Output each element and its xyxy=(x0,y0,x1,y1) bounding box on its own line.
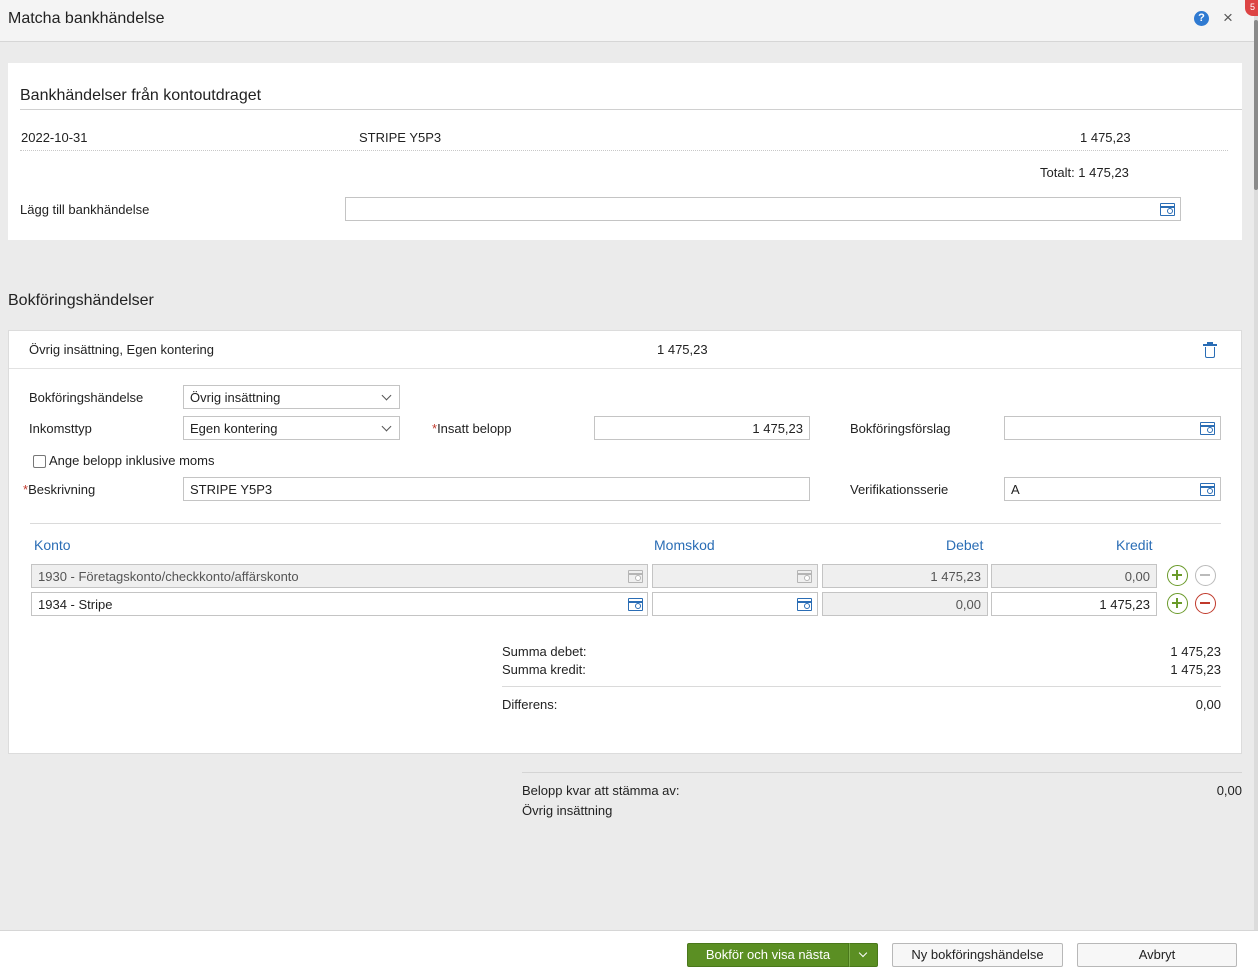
cancel-button[interactable]: Avbryt xyxy=(1077,943,1237,967)
booking-event-amount: 1 475,23 xyxy=(657,342,708,357)
notification-badge: 5 xyxy=(1245,0,1258,16)
konto-input[interactable]: 1934 - Stripe xyxy=(31,592,648,616)
remaining-value: 0,00 xyxy=(1216,783,1242,798)
form-divider xyxy=(30,523,1221,524)
insatt-belopp-label: *Insatt belopp xyxy=(432,421,512,436)
section-title: Bokföringshändelser xyxy=(8,292,154,309)
debet-input: 0,00 xyxy=(822,592,988,616)
plus-circle-icon[interactable] xyxy=(1167,565,1188,586)
chevron-down-icon xyxy=(381,390,392,401)
kredit-input[interactable]: 1 475,23 xyxy=(991,592,1157,616)
booking-event-name: Övrig insättning, Egen kontering xyxy=(29,342,214,357)
bokforingshandelse-select[interactable]: Övrig insättning xyxy=(183,385,400,409)
bank-event-row: 2022-10-31 STRIPE Y5P3 1 475,23 xyxy=(20,123,1228,151)
konto-value: 1930 - Företagskonto/checkkonto/affärsko… xyxy=(38,569,299,584)
lookup-icon[interactable] xyxy=(1160,202,1177,217)
column-header-kredit: Kredit xyxy=(1116,537,1153,553)
verifikationsserie-input[interactable]: A xyxy=(1004,477,1221,501)
booking-event-panel: Övrig insättning, Egen kontering 1 475,2… xyxy=(8,330,1242,754)
differens-value: 0,00 xyxy=(1195,697,1221,712)
inkomsttyp-value: Egen kontering xyxy=(190,421,278,436)
scrollbar-thumb[interactable] xyxy=(1254,20,1258,190)
book-and-show-next-button[interactable]: Bokför och visa nästa xyxy=(687,943,849,967)
lookup-icon[interactable] xyxy=(797,597,814,612)
bank-event-date: 2022-10-31 xyxy=(21,130,88,145)
bank-events-panel: Bankhändelser från kontoutdraget 2022-10… xyxy=(8,63,1242,240)
insatt-belopp-text: Insatt belopp xyxy=(437,421,512,436)
plus-circle-icon[interactable] xyxy=(1167,593,1188,614)
verifikationsserie-label: Verifikationsserie xyxy=(850,482,949,497)
lookup-icon[interactable] xyxy=(1200,482,1217,497)
column-header-momskod: Momskod xyxy=(654,537,715,553)
chevron-down-icon xyxy=(858,948,868,958)
minus-circle-icon[interactable] xyxy=(1195,593,1216,614)
moms-checkbox-label[interactable]: Ange belopp inklusive moms xyxy=(49,453,214,468)
dialog-title: Matcha bankhändelse xyxy=(8,10,165,27)
booking-event-header[interactable]: Övrig insättning, Egen kontering 1 475,2… xyxy=(9,331,1241,369)
verifikationsserie-value: A xyxy=(1011,482,1020,497)
dialog-titlebar: Matcha bankhändelse ? × xyxy=(0,0,1258,42)
chevron-down-icon xyxy=(381,421,392,432)
beskrivning-label: *Beskrivning xyxy=(23,482,95,497)
sums-divider xyxy=(502,686,1221,687)
bokforingsforslag-label: Bokföringsförslag xyxy=(850,421,951,436)
summa-kredit-label: Summa kredit: xyxy=(502,662,586,677)
bank-events-total: Totalt: 1 475,23 xyxy=(1040,165,1129,180)
add-bank-event-label: Lägg till bankhändelse xyxy=(20,202,150,217)
inkomsttyp-select[interactable]: Egen kontering xyxy=(183,416,400,440)
add-bank-event-input[interactable] xyxy=(345,197,1181,221)
bank-event-amount: 1 475,23 xyxy=(1080,130,1131,145)
help-icon[interactable]: ? xyxy=(1194,11,1209,26)
kredit-input: 0,00 xyxy=(991,564,1157,588)
remaining-amount: Belopp kvar att stämma av: 0,00 Övrig in… xyxy=(522,772,1242,818)
lookup-icon[interactable] xyxy=(1200,421,1217,436)
momskod-input xyxy=(652,564,818,588)
inkomsttyp-label: Inkomsttyp xyxy=(29,421,92,436)
beskrivning-text: Beskrivning xyxy=(28,482,96,497)
new-booking-event-button[interactable]: Ny bokföringshändelse xyxy=(892,943,1063,967)
bokforingsforslag-input[interactable] xyxy=(1004,416,1221,440)
debet-input: 1 475,23 xyxy=(822,564,988,588)
remaining-event-type: Övrig insättning xyxy=(522,803,613,818)
trash-icon[interactable] xyxy=(1203,342,1217,358)
momskod-input[interactable] xyxy=(652,592,818,616)
summa-kredit-value: 1 475,23 xyxy=(1170,662,1221,677)
bokforingshandelse-value: Övrig insättning xyxy=(190,390,281,405)
dialog-footer: Bokför och visa nästa Ny bokföringshände… xyxy=(0,930,1258,974)
konto-value: 1934 - Stripe xyxy=(38,597,113,612)
book-options-dropdown-button[interactable] xyxy=(849,943,878,967)
close-icon[interactable]: × xyxy=(1223,9,1233,26)
lookup-icon xyxy=(628,569,645,584)
summa-debet-value: 1 475,23 xyxy=(1170,644,1221,659)
differens-label: Differens: xyxy=(502,697,558,712)
summa-debet-label: Summa debet: xyxy=(502,644,587,659)
heading-divider xyxy=(20,109,1242,110)
bank-event-description: STRIPE Y5P3 xyxy=(359,130,442,145)
lookup-icon xyxy=(797,569,814,584)
column-header-debet: Debet xyxy=(946,537,984,553)
bank-events-heading: Bankhändelser från kontoutdraget xyxy=(20,87,262,104)
insatt-belopp-input[interactable]: 1 475,23 xyxy=(594,416,810,440)
column-header-konto: Konto xyxy=(34,537,71,553)
lookup-icon[interactable] xyxy=(628,597,645,612)
bokforingshandelse-label: Bokföringshändelse xyxy=(29,390,144,405)
konto-input: 1930 - Företagskonto/checkkonto/affärsko… xyxy=(31,564,648,588)
remaining-label: Belopp kvar att stämma av: xyxy=(522,783,680,798)
minus-circle-icon xyxy=(1195,565,1216,586)
beskrivning-input[interactable]: STRIPE Y5P3 xyxy=(183,477,810,501)
moms-checkbox[interactable] xyxy=(33,455,46,468)
